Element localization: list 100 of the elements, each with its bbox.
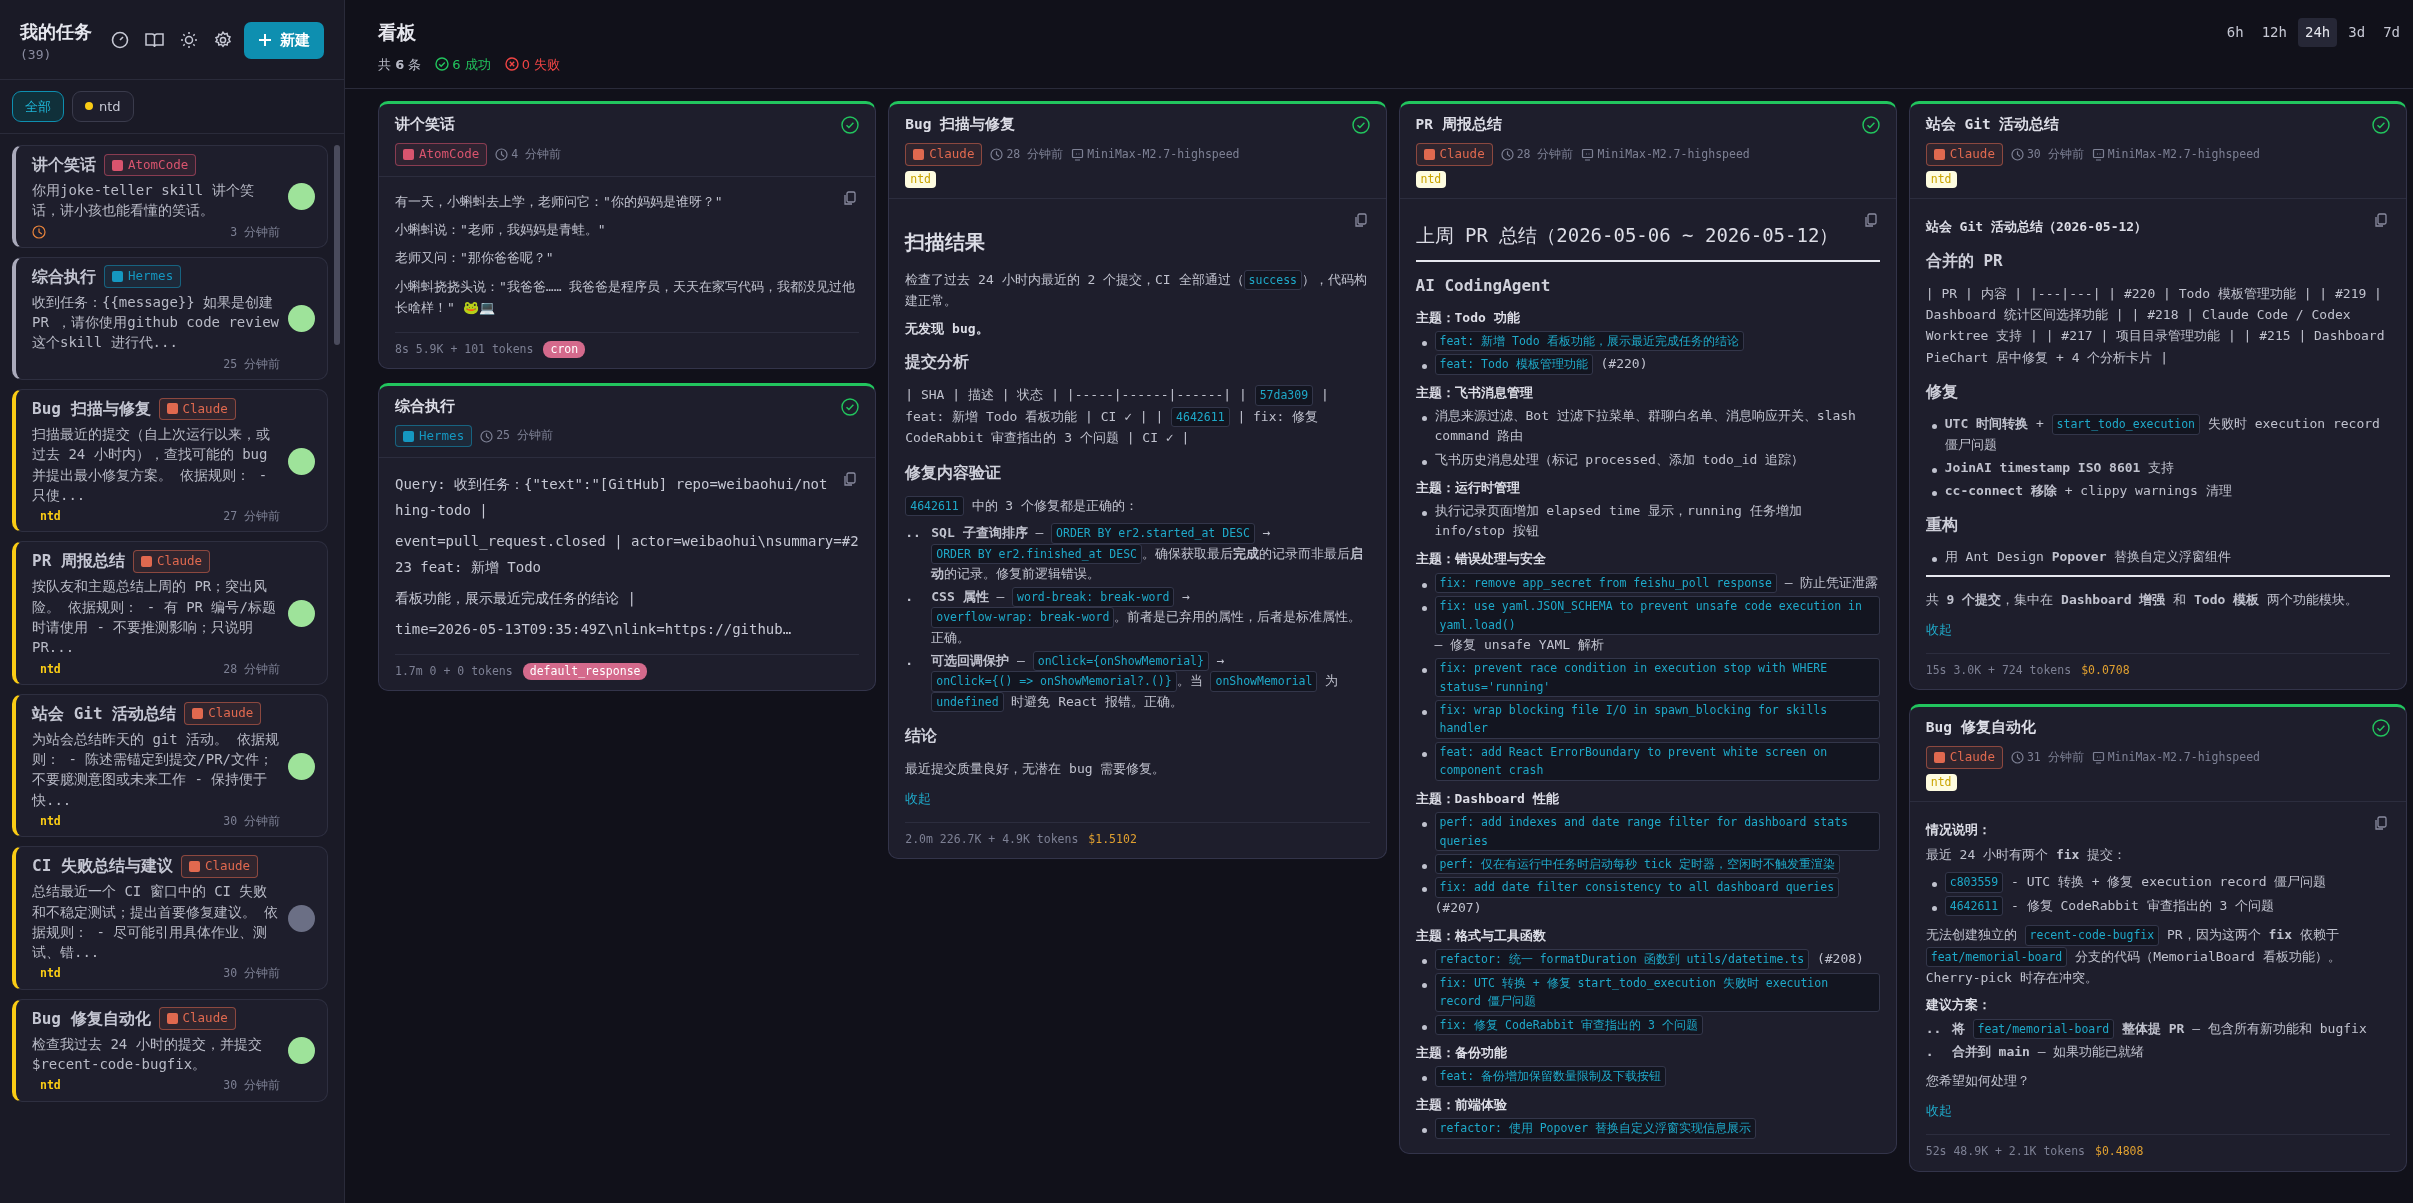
agent-name: Claude [208,704,254,723]
usage-stats: 8s 5.9K + 101 tokens [395,340,534,358]
task-card[interactable]: 站会 Git 活动总结 Claude 为站会总结昨天的 git 活动。 依据规则： - 陈述需锚定到提交/PR/文件；不要臆测意图或未来工作 - 保持便于快... ntd 30 分钟前 [12,693,328,838]
card-title: Bug 扫描与修复 [905,115,1016,134]
scrollbar[interactable] [334,145,340,345]
model-name: MiniMax-M2.7-highspeed [2107,748,2260,766]
range-tab[interactable]: 12h [2254,18,2294,47]
time-text: 3 分钟前 [230,223,280,241]
agent-name: AtomCode [128,155,189,174]
clock-icon [2010,147,2024,161]
trigger-badge: default_response [522,662,648,681]
query-text: event=pull_request.closed | actor=weibaohui\nsummary=#223 feat: 新增 Todo [395,532,860,578]
code-span: 4642611 [905,495,964,517]
task-card[interactable]: Bug 扫描与修复 Claude 扫描最近的提交（自上次运行以来，或过去 24 小时内），查找可能的 bug 并提出最小修复方案。 依据规则： - 只使... ntd 27 分钟前 [12,389,328,533]
collapse-link[interactable]: 收起 [1925,1100,1952,1121]
filter-chip[interactable]: ntd [72,90,134,122]
total-count: 共 6 条 [378,55,422,74]
agent-name: Claude [929,144,975,163]
range-tab[interactable]: 6h [2219,18,2251,47]
task-description: 总结最近一个 CI 窗口中的 CI 失败和不稳定测试；提出首要修复建议。 依据规则： - 尽可能引用具体作业、测试、错... [32,882,280,963]
heading: 重构 [1925,514,1959,537]
task-description: 你用joke-teller skill 讲个笑话，讲小孩也能看懂的笑话。 [32,181,255,221]
bullet-icon [1931,490,1937,496]
agent-name: Claude [1949,144,1995,163]
list-item: 将 feat/memorial-board 整体提 PR — 包含所有新功能和 bugfix [1951,1018,2367,1040]
code-span: fix: use yaml.JSON_SCHEMA to prevent unsafe code execution in yaml.load() [1434,596,1880,636]
paragraph: 共 9 个提交，集中在 Dashboard 增强 和 Todo 模板 两个功能模块。 [1925,591,2359,610]
new-button[interactable]: 新建 [244,22,324,59]
task-card[interactable]: 综合执行 Hermes 收到任务：{{message}} 如果是创建 PR ，请你使用github code review 这个skill 进行代... 25 分钟前 [12,256,328,380]
tag-label: ntd [39,813,61,831]
cost-text: $0.0708 [2081,662,2130,680]
bullet-icon [1931,467,1937,473]
list-item: UTC 时间转换 + start_todo_execution 失败时 execution record 僵尸问题 [1944,414,2381,454]
heading: 提交分析 [905,351,971,374]
filter-chip[interactable]: 全部 [12,90,64,122]
collapse-link[interactable]: 收起 [1925,619,1952,640]
list-number: .. [905,524,922,543]
bullet-icon [1421,364,1427,370]
code-span: overflow-wrap: break-word [931,607,1115,628]
list-item: cc-connect 移除 + clippy warnings 清理 [1944,481,2232,500]
usage-stats: 2.0m 226.7K + 4.9K tokens [905,831,1079,849]
task-card[interactable]: PR 周报总结 Claude 按队友和主题总结上周的 PR；突出风险。 依据规则： - 有 PR 编号/标题时请使用 - 不要推测影响；只说明 PR... ntd 28 分钟前 [12,541,328,685]
time-text: 25 分钟前 [223,355,280,373]
time-text: 4 分钟前 [511,145,562,163]
usage-stats: 15s 3.0K + 724 tokens [1925,662,2072,680]
task-card[interactable]: Bug 修复自动化 Claude 检查我过去 24 小时的提交，并提交 $recent-code-bugfix。 ntd 30 分钟前 [12,998,328,1102]
paragraph: 检查了过去 24 小时内最近的 2 个提交，CI 全部通过（ success ），代码构建正常。 [905,269,1368,311]
task-title: Bug 扫描与修复 [32,398,151,420]
card-title: 综合执行 [395,396,455,416]
list-number: . [905,588,915,607]
task-card[interactable]: 讲个笑话 AtomCode 你用joke-teller skill 讲个笑话，讲小孩也能看懂的笑话。 3 分钟前 [12,145,328,248]
time-text: 27 分钟前 [223,508,280,526]
range-tab[interactable]: 7d [2376,18,2407,47]
code-span: onClick={() => onShowMemorial?.()} [931,671,1177,692]
paragraph: 小蝌蚪挠挠头说："我爸爸…… 我爸爸是程序员，天天在家写代码，我都没见过他长啥样！" 🐸💻 [395,277,857,318]
check-circle-icon [435,57,450,72]
monitor-icon [2091,751,2105,764]
clock-icon [480,429,494,443]
list-item: 执行记录页面增加 elapsed time 显示，running 任务增加 info/stop 按钮 [1434,502,1803,541]
section-label: 主题：备份功能 [1415,1043,1508,1062]
heading: 修复内容验证 [905,461,1003,484]
card-title: 讲个笑话 [395,115,455,134]
time-text: 28 分钟前 [1006,145,1064,163]
section-label: 建议方案： [1925,996,1992,1015]
code-span: feat: 备份增加保留数量限制及下载按钮 [1434,1066,1667,1087]
bullet-icon [1421,863,1427,869]
bullet-icon [1421,668,1427,674]
bullet-icon [1421,606,1427,612]
list-item: SQL 子查询排序 — ORDER BY er2.started_at DESC → ORDER BY er2.finished_at DESC 。确保获取最后完成的记录而非最后启动的记录。修复前逻辑错误。 [931,523,1365,583]
heading: 扫描结果 [905,229,987,256]
agent-name: Claude [182,1009,228,1028]
model-name: MiniMax-M2.7-highspeed [1597,145,1750,163]
time-text: 31 分钟前 [2026,748,2084,766]
list-item: 4642611 - 修复 CodeRabbit 审查指出的 3 个问题 [1944,895,2275,917]
task-count: (39) [20,46,53,64]
task-card[interactable]: CI 失败总结与建议 Claude 总结最近一个 CI 窗口中的 CI 失败和不稳定测试；提出首要修复建议。 依据规则： - 尽可能引用具体作业、测试、错... ntd 30 分钟前 [12,846,328,990]
card-title: Bug 修复自动化 [1925,718,2036,738]
bullet-icon [1421,416,1427,422]
code-span: undefined [931,691,1004,713]
section-label: 主题：错误处理与安全 [1415,550,1547,569]
code-span: fix: 修复 CodeRabbit 审查指出的 3 个问题 [1434,1014,1703,1035]
usage-stats: 1.7m 0 + 0 tokens [395,662,513,680]
success-count: 6 成功 [452,55,491,74]
heading: 合并的 PR [1925,249,2004,272]
code-span: onShowMemorial [1210,671,1318,692]
time-text: 30 分钟前 [223,1077,280,1095]
bullet-icon [1931,882,1937,888]
heading: 修复 [1925,381,1959,404]
plus-icon [258,33,272,48]
code-span: word-break: break-word [1012,587,1175,608]
collapse-link[interactable]: 收起 [905,788,932,809]
x-circle-icon [504,57,519,72]
code-span: recent-code-bugfix [2024,925,2160,946]
task-description: 收到任务：{{message}} 如果是创建 PR ，请你使用github code review 这个skill 进行代... [32,292,280,353]
code-span: perf: add indexes and date range filter for dashboard stats queries [1434,812,1880,851]
usage-stats: 52s 48.9K + 2.1K tokens [1925,1143,2085,1161]
code-span: fix: add date filter consistency to all dashboard queries [1434,877,1840,898]
list-item: 消息来源过滤、Bot 过滤下拉菜单、群聊白名单、消息响应开关、slash command 路由 [1434,407,1857,446]
range-tab[interactable]: 24h [2298,18,2338,47]
range-tab[interactable]: 3d [2341,18,2373,47]
